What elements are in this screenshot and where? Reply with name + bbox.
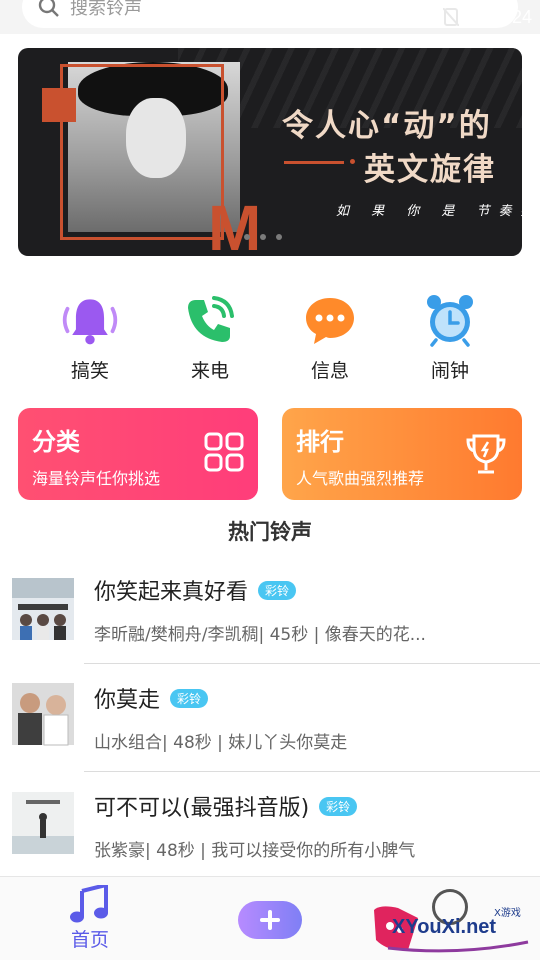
song-title-text: 可不可以(最强抖音版)	[94, 796, 310, 821]
classify-card[interactable]: 分类 海量铃声任你挑选	[18, 408, 258, 500]
song-title: 你莫走 彩铃	[94, 682, 209, 714]
trophy-icon	[466, 434, 506, 474]
watermark-small-text: X游戏	[494, 908, 521, 919]
song-title: 可不可以(最强抖音版) 彩铃	[94, 790, 358, 822]
nav-home-label: 首页	[70, 929, 109, 951]
song-title-text: 你笑起来真好看	[94, 580, 249, 605]
song-row[interactable]: 你笑起来真好看 彩铃 李昕融/樊桐舟/李凯稠| 45秒 | 像春天的花...	[0, 556, 540, 664]
section-title: 热门铃声	[228, 520, 312, 544]
search-icon	[38, 0, 59, 17]
ranking-card[interactable]: 排行 人气歌曲强烈推荐	[282, 408, 522, 500]
banner-subtitle: 英文旋律	[364, 152, 496, 188]
ringback-badge: 彩铃	[258, 581, 297, 600]
banner-dot	[350, 159, 355, 164]
alarm-clock-icon	[420, 290, 480, 350]
category-label: 信息	[310, 360, 349, 382]
plus-icon	[260, 910, 280, 930]
category-funny[interactable]: 搞笑	[30, 290, 150, 383]
banner-title: 令人心“动”的	[282, 108, 492, 144]
song-title: 你笑起来真好看 彩铃	[94, 574, 297, 606]
bell-icon	[60, 290, 120, 350]
song-meta: 李昕融/樊桐舟/李凯稠| 45秒 | 像春天的花...	[94, 625, 426, 645]
wifi-icon	[406, 8, 431, 26]
banner-line	[284, 161, 344, 164]
banner-frame	[60, 64, 224, 240]
status-icons: 5:24	[406, 6, 532, 28]
song-meta: 山水组合| 48秒 | 妹儿丫头你莫走	[94, 733, 348, 753]
nav-home[interactable]: 首页	[54, 885, 126, 952]
song-meta: 张紫豪| 48秒 | 我可以接受你的所有小脾气	[94, 841, 416, 861]
pager-dot[interactable]	[244, 234, 250, 240]
song-row[interactable]: 你莫走 彩铃 山水组合| 48秒 | 妹儿丫头你莫走	[0, 664, 540, 772]
category-message[interactable]: 信息	[270, 290, 390, 383]
music-note-icon	[70, 885, 108, 923]
search-placeholder: 搜索铃声	[70, 0, 142, 19]
category-incoming-call[interactable]: 来电	[150, 290, 270, 383]
category-label: 闹钟	[430, 360, 469, 382]
category-alarm[interactable]: 闹钟	[390, 290, 510, 383]
status-bar: 搜索铃声 5:24	[0, 0, 540, 34]
banner-red-square	[42, 88, 76, 122]
album-cover	[12, 683, 74, 746]
ringback-badge: 彩铃	[170, 689, 209, 708]
category-row: 搞笑 来电 信息 闹钟	[30, 290, 510, 383]
grid-icon	[204, 432, 244, 472]
pager-dot[interactable]	[260, 234, 266, 240]
promo-banner[interactable]: M 令人心“动”的 英文旋律 如 果 你 是 节奏控	[18, 48, 522, 256]
no-sim-icon	[442, 8, 459, 26]
song-title-text: 你莫走	[94, 688, 161, 713]
banner-pager	[244, 234, 282, 240]
status-time: 5:24	[496, 6, 532, 27]
pager-dot[interactable]	[276, 234, 282, 240]
song-row[interactable]: 可不可以(最强抖音版) 彩铃 张紫豪| 48秒 | 我可以接受你的所有小脾气	[0, 772, 540, 880]
category-label: 搞笑	[70, 360, 109, 382]
banner-letter: M	[208, 192, 262, 256]
banner-tagline: 如 果 你 是 节奏控	[336, 204, 522, 219]
song-list: 你笑起来真好看 彩铃 李昕融/樊桐舟/李凯稠| 45秒 | 像春天的花... 你莫…	[0, 556, 540, 880]
album-cover	[12, 792, 74, 854]
ringback-badge: 彩铃	[319, 797, 358, 816]
battery-icon	[471, 6, 484, 27]
message-icon	[300, 290, 360, 350]
phone-icon	[180, 290, 240, 350]
watermark-brand: XYouXi.net	[392, 916, 497, 938]
album-cover	[12, 578, 74, 640]
category-label: 来电	[190, 360, 229, 382]
add-button[interactable]	[238, 901, 302, 939]
